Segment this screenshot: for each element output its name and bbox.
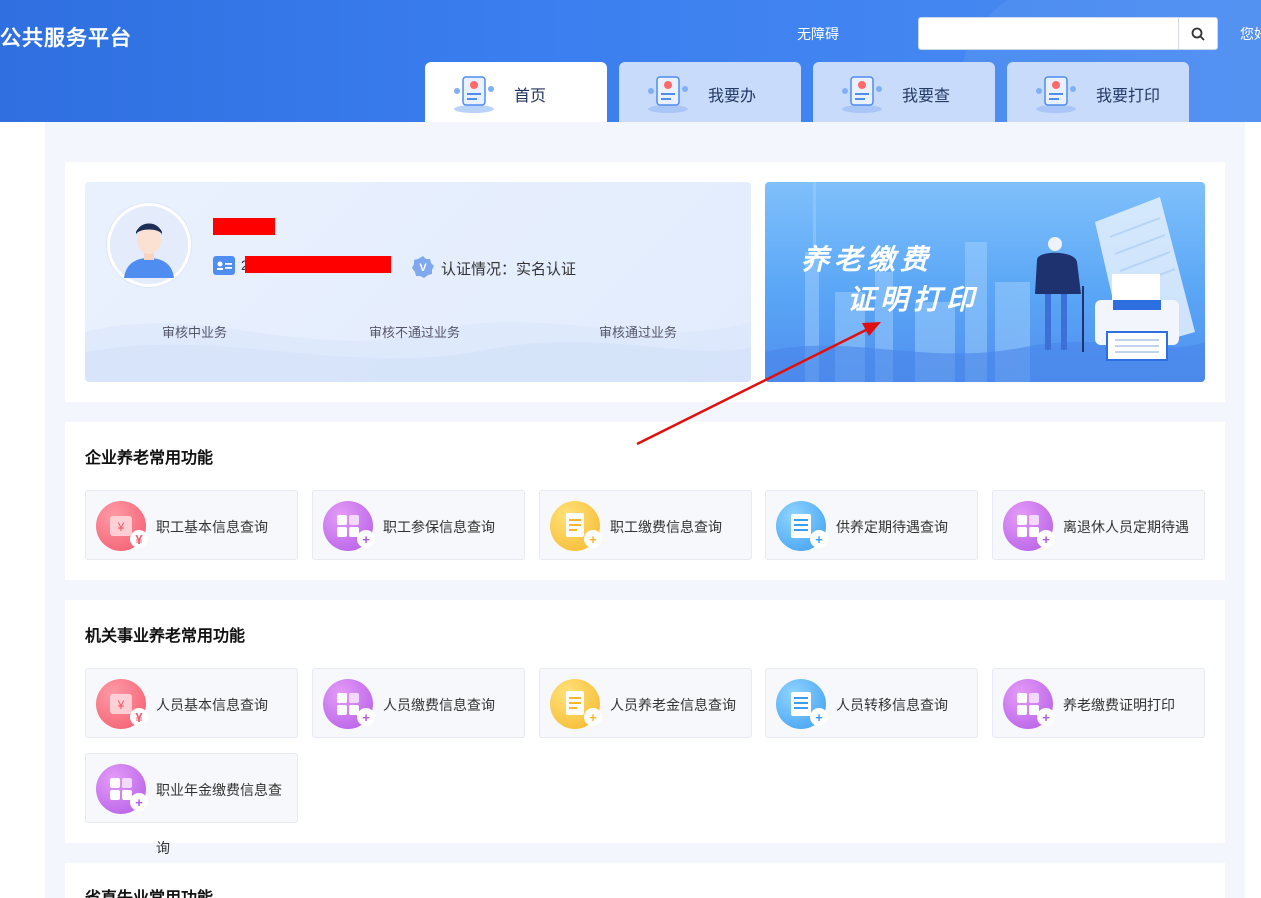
svg-text:¥: ¥ (117, 698, 125, 712)
search-input[interactable] (919, 18, 1178, 49)
verified-badge-icon: V (412, 256, 434, 278)
service-tile[interactable]: + 职工缴费信息查询 (539, 490, 752, 560)
plus-badge-icon: + (357, 530, 375, 548)
service-tile[interactable]: + 人员缴费信息查询 (312, 668, 525, 738)
search-icon (1191, 27, 1205, 41)
service-tile[interactable]: + 供养定期待遇查询 (765, 490, 978, 560)
tab-print-icon (1036, 76, 1076, 113)
tile-label: 养老缴费证明打印 (1063, 697, 1175, 713)
tile-label-overflow: 询 (156, 840, 170, 856)
service-tile[interactable]: + 人员转移信息查询 (765, 668, 978, 738)
plus-badge-icon: + (810, 530, 828, 548)
top-header: 公共服务平台 无障碍 您好 首页 我要办 (0, 0, 1261, 122)
tab-handle-icon (648, 76, 688, 113)
user-greeting: 您好 (1240, 26, 1261, 42)
search-button[interactable] (1178, 18, 1217, 49)
stat-under-review[interactable]: 审核中业务 (162, 322, 227, 341)
plus-badge-icon: + (810, 708, 828, 726)
auth-status: 认证情况：实名认证 (441, 261, 577, 278)
stat-approved[interactable]: 审核通过业务 (599, 322, 677, 341)
svg-text:V: V (419, 262, 427, 274)
banner-title-line1: 养老缴费 (801, 244, 934, 275)
plus-badge-icon: + (130, 793, 148, 811)
plus-badge-icon: + (584, 530, 602, 548)
svg-text:¥: ¥ (117, 520, 125, 534)
tab-print[interactable]: 我要打印 (1007, 62, 1189, 122)
service-tile[interactable]: + 人员养老金信息查询 (539, 668, 752, 738)
yen-badge-icon: ¥ (130, 530, 148, 548)
service-tile[interactable]: + 养老缴费证明打印 (992, 668, 1205, 738)
banner-illustration (765, 182, 1205, 382)
tile-label: 人员养老金信息查询 (610, 697, 736, 713)
section-title-unemployment: 省直失业常用功能 (85, 884, 213, 898)
service-tile[interactable]: + 职业年金缴费信息查 (85, 753, 298, 823)
plus-badge-icon: + (1037, 530, 1055, 548)
tile-label: 职工参保信息查询 (383, 519, 495, 535)
search-box (918, 17, 1218, 50)
unemployment-card: 省直失业常用功能 (65, 863, 1225, 898)
tab-handle-label: 我要办 (708, 88, 757, 105)
yen-badge-icon: ¥ (130, 708, 148, 726)
plus-badge-icon: + (357, 708, 375, 726)
tile-label: 人员缴费信息查询 (383, 697, 495, 713)
section-title-institution: 机关事业养老常用功能 (85, 628, 246, 645)
service-tile[interactable]: + 离退休人员定期待遇 (992, 490, 1205, 560)
tile-label: 职工缴费信息查询 (610, 519, 722, 535)
tab-query-label: 我要查 (902, 88, 951, 105)
tab-print-label: 我要打印 (1096, 88, 1161, 105)
tile-label: 人员基本信息查询 (156, 697, 268, 713)
tile-label: 人员转移信息查询 (836, 697, 948, 713)
service-tile[interactable]: ¥ ¥ 人员基本信息查询 (85, 668, 298, 738)
section-title-enterprise: 企业养老常用功能 (85, 450, 214, 467)
plus-badge-icon: + (584, 708, 602, 726)
tile-label: 职工基本信息查询 (156, 519, 268, 535)
service-tile[interactable]: + 职工参保信息查询 (312, 490, 525, 560)
tab-query[interactable]: 我要查 (813, 62, 995, 122)
banner-title-line2: 证明打印 (847, 284, 980, 315)
pension-certificate-banner[interactable]: 养老缴费 证明打印 (765, 182, 1205, 382)
service-tile[interactable]: ¥ ¥ 职工基本信息查询 (85, 490, 298, 560)
tile-label: 供养定期待遇查询 (836, 519, 948, 535)
stat-rejected[interactable]: 审核不通过业务 (369, 322, 460, 341)
site-title[interactable]: 公共服务平台 (0, 22, 132, 52)
id-card-icon (213, 256, 235, 275)
tab-home-label: 首页 (514, 88, 547, 105)
tab-query-icon (842, 76, 882, 113)
user-avatar-icon (110, 206, 188, 284)
accessibility-link[interactable]: 无障碍 (797, 24, 839, 44)
tab-handle[interactable]: 我要办 (619, 62, 801, 122)
avatar[interactable] (107, 203, 191, 287)
tab-home-icon (454, 76, 494, 113)
redacted-id (245, 256, 391, 273)
tab-home[interactable]: 首页 (425, 62, 607, 122)
tile-label: 职业年金缴费信息查 (156, 782, 282, 798)
redacted-name (213, 218, 275, 235)
profile-panel: 2 V 认证情况：实名认证 审核中业务 审核不通过业务 审核通过业务 (85, 182, 751, 382)
plus-badge-icon: + (1037, 708, 1055, 726)
tile-label: 离退休人员定期待遇 (1063, 519, 1189, 535)
